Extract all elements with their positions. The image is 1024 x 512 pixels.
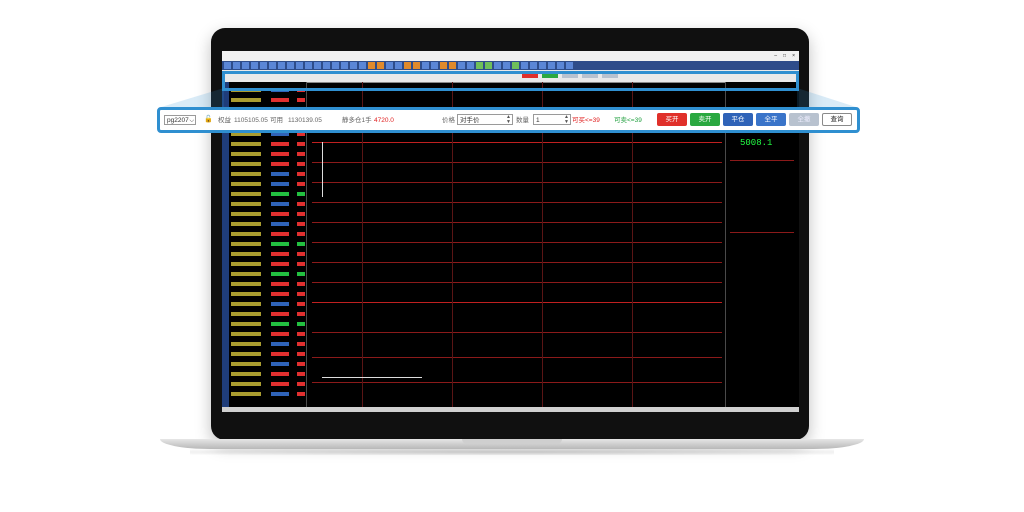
price-type-select[interactable]: 对手价 ▲ ▼ [457,114,513,125]
sell-open-button[interactable]: 卖开 [690,113,720,126]
equity-value: 1105105.05 [234,117,268,124]
list-item [231,310,305,318]
list-item [231,180,305,188]
net-position-value: 4720.0 [374,117,394,124]
list-item [231,220,305,228]
can-sell-text: 可卖<=39 [614,117,642,124]
zoom-source-frame [222,71,799,91]
app-menubar: – □ × [222,51,799,61]
contract-select-value: pg2207 [167,117,189,124]
list-item [231,200,305,208]
qty-stepper[interactable]: 1 ▲ ▼ [533,114,571,125]
query-button[interactable]: 查询 [822,113,852,126]
close-position-button[interactable]: 平仓 [723,113,753,126]
close-all-button[interactable]: 全平 [756,113,786,126]
buy-open-button[interactable]: 买开 [657,113,687,126]
list-item [231,270,305,278]
equity-label: 权益 [218,117,231,124]
list-item [231,380,305,388]
list-item [231,210,305,218]
contract-select[interactable]: pg2207 ⌵ [164,115,196,125]
price-label: 价格 [442,117,455,124]
zoom-wedge-right [797,88,859,108]
list-item [231,390,305,398]
price-type-value: 对手价 [460,117,480,124]
list-item [231,160,305,168]
list-item [231,330,305,338]
app-toolbar [222,61,799,70]
available-label: 可用 [270,117,283,124]
status-bar [222,407,799,412]
list-item [231,170,305,178]
list-item [231,140,305,148]
list-item [231,360,305,368]
chevron-down-icon: ⌵ [189,118,194,124]
net-position-label: 静多仓1手 [342,117,372,124]
last-price: 5008.1 [740,138,773,148]
list-item [231,150,305,158]
window-controls: – □ × [774,53,795,59]
list-item [231,340,305,348]
list-item [231,190,305,198]
qty-label: 数量 [516,117,529,124]
spinner-icon: ▲ ▼ [564,114,569,125]
laptop-notch [462,439,562,444]
quick-trade-bar: pg2207 ⌵ 🔓 权益 1105105.05 可用 1130139.05 静… [157,107,860,133]
list-item [231,320,305,328]
list-item [231,290,305,298]
list-item [231,250,305,258]
list-item [231,300,305,308]
qty-value: 1 [536,117,540,124]
list-item [231,370,305,378]
list-item [231,350,305,358]
list-item [231,260,305,268]
list-item [231,280,305,288]
available-value: 1130139.05 [288,117,322,124]
can-buy-text: 可买<=39 [572,117,600,124]
spinner-icon: ▲ ▼ [506,114,511,125]
laptop-screen: – □ × 5008.1 [222,51,799,412]
list-item [231,240,305,248]
list-item [231,230,305,238]
cancel-all-button[interactable]: 全撤 [789,113,819,126]
laptop-shadow [190,449,834,455]
list-item [231,96,305,104]
lock-icon[interactable]: 🔓 [204,115,213,123]
zoom-wedge-left [158,88,224,108]
